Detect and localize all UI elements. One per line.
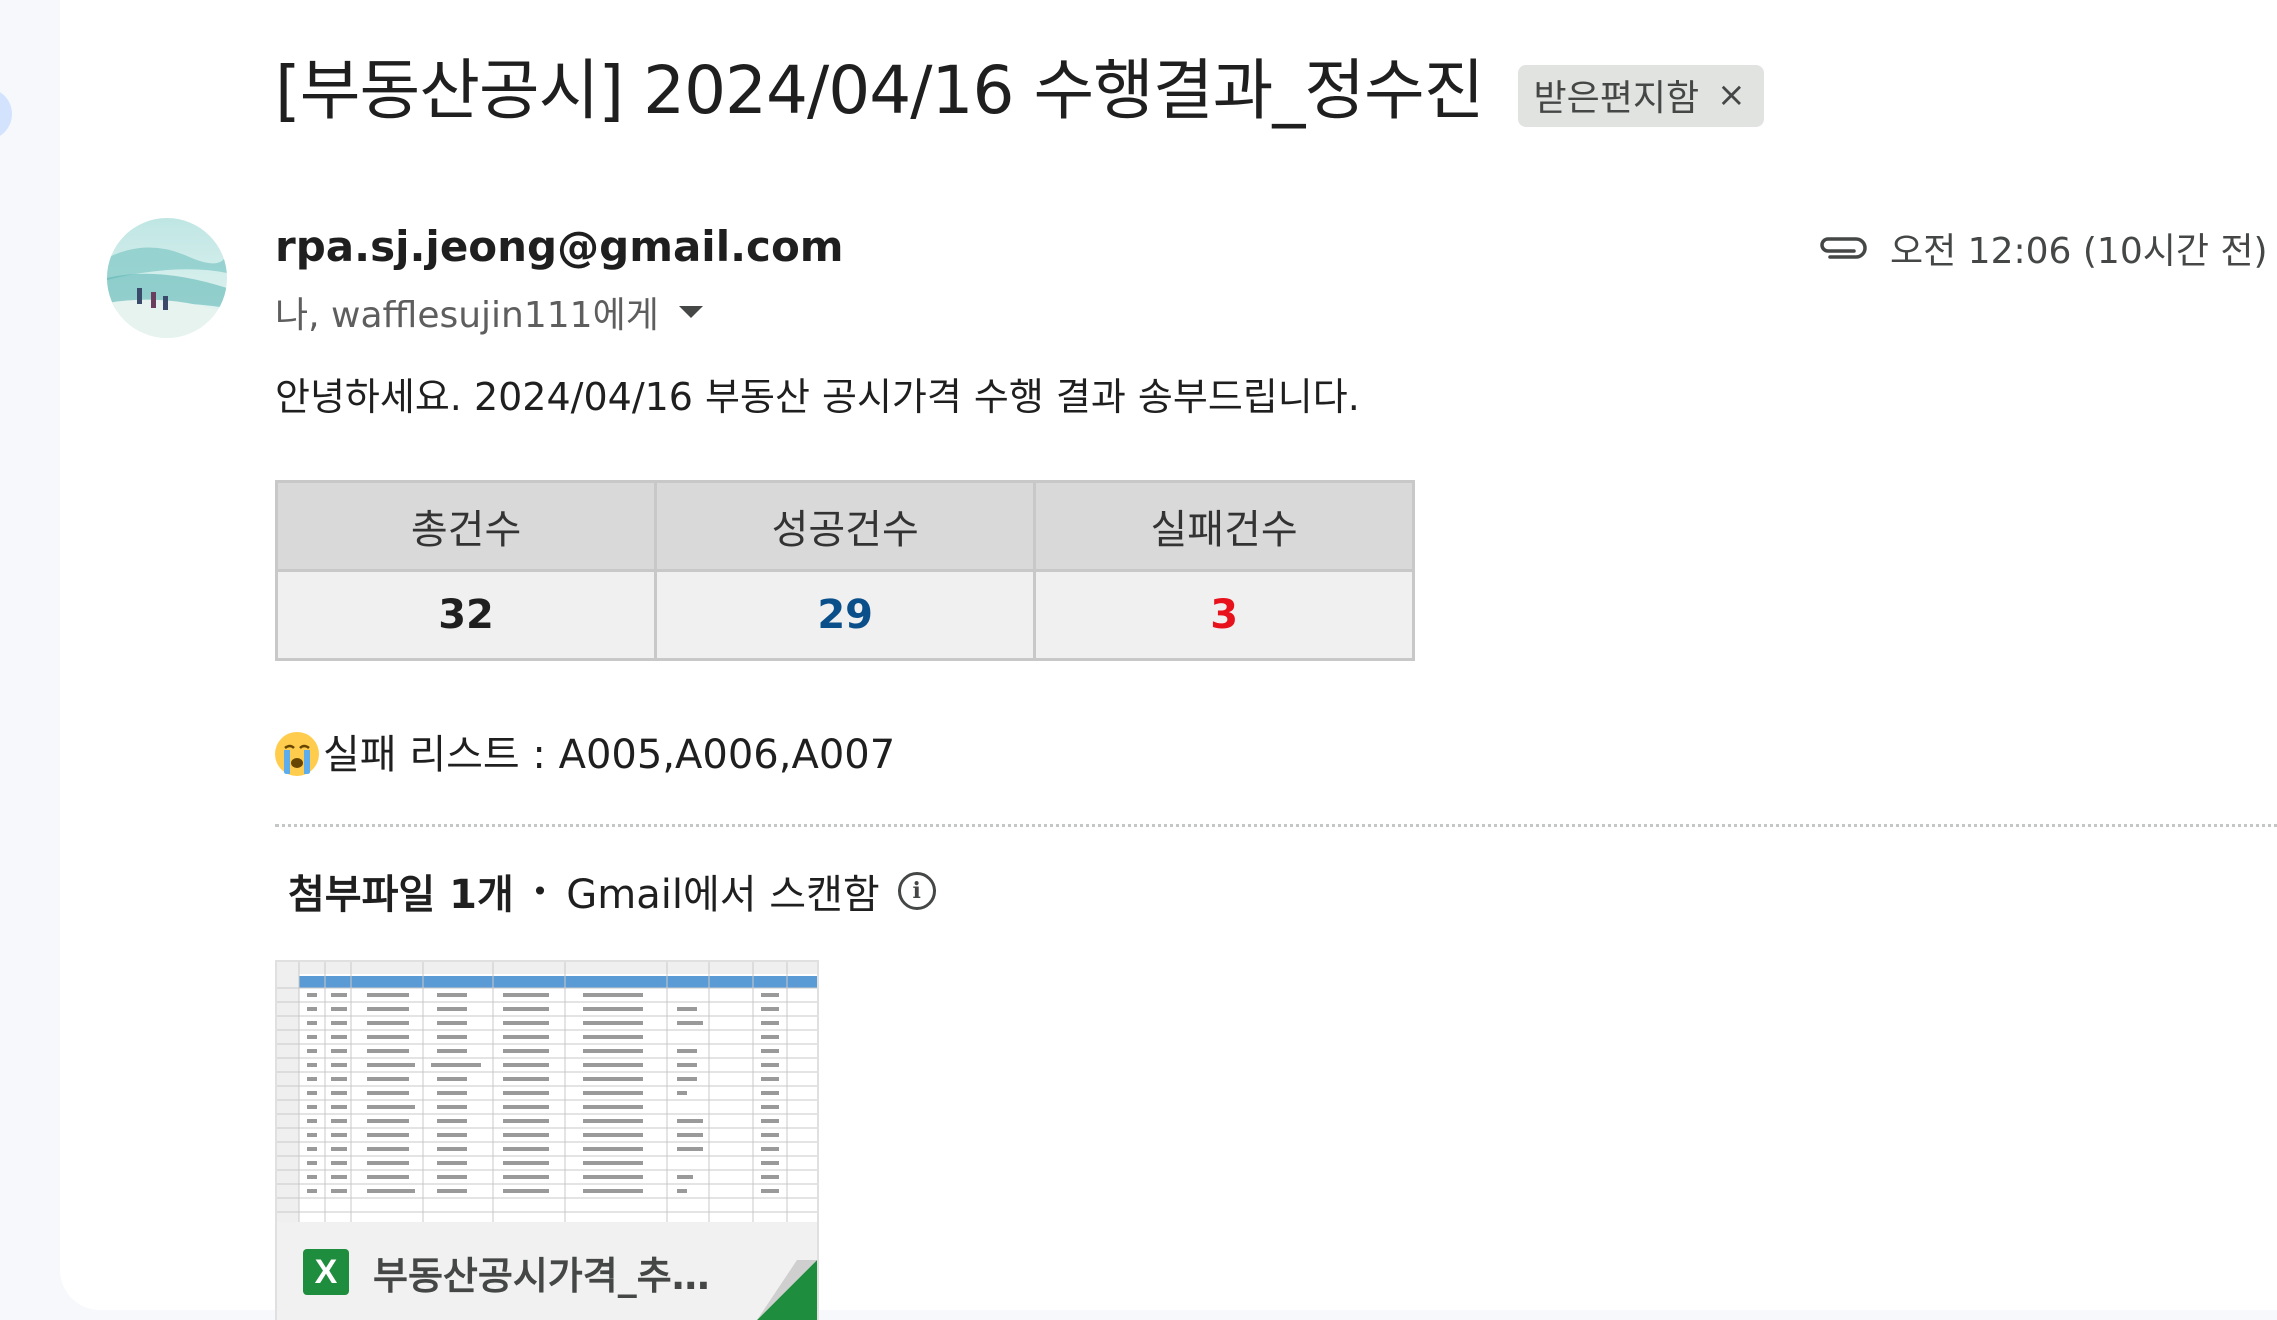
remove-label-icon[interactable]: × (1717, 75, 1746, 115)
attachment-footer[interactable]: X 부동산공시가격_추... (277, 1222, 817, 1320)
info-icon[interactable]: i (897, 872, 936, 910)
recipients-text: 나, wafflesujin111에게 (275, 295, 659, 336)
attachments-header: 첨부파일 1개 • Gmail에서 스캔함 i (288, 862, 936, 920)
inbox-label-chip[interactable]: 받은편지함 × (1517, 65, 1764, 127)
excel-icon: X (303, 1249, 349, 1295)
stats-value-row: 32 29 3 (274, 569, 1415, 661)
attachment-file-name[interactable]: 부동산공시가격_추... (373, 1245, 713, 1300)
stats-value-success: 29 (654, 569, 1037, 661)
show-details-dropdown-icon[interactable] (678, 306, 703, 318)
scan-status: Gmail에서 스캔함 (566, 872, 880, 918)
message-time: 오전 12:06 (10시간 전) (1890, 231, 2268, 272)
fail-list-line: 실패 리스트 : A005,A006,A007 (275, 722, 895, 780)
account-avatar-partial[interactable] (0, 88, 12, 140)
sender-avatar[interactable] (107, 218, 227, 338)
spreadsheet-thumbnail (277, 962, 817, 1222)
attachments-divider (275, 824, 2277, 827)
attachment-card[interactable]: X 부동산공시가격_추... (275, 960, 819, 1320)
file-corner-fold-icon (757, 1260, 817, 1320)
separator-dot: • (531, 874, 549, 908)
stats-header-row: 총건수 성공건수 실패건수 (274, 480, 1415, 572)
stats-header-fail: 실패건수 (1033, 480, 1415, 572)
label-text: 받은편지함 (1533, 78, 1700, 119)
email-subject: [부동산공시] 2024/04/16 수행결과_정수진 (275, 52, 1484, 129)
crying-face-icon (275, 732, 319, 776)
attachment-clip-icon (1816, 233, 1868, 263)
attachment-count: 첨부파일 1개 (288, 872, 514, 918)
message-meta: 오전 12:06 (10시간 전) (1816, 222, 2268, 274)
stats-value-fail: 3 (1033, 569, 1415, 661)
subject-row: [부동산공시] 2024/04/16 수행결과_정수진 받은편지함 × (275, 48, 1764, 134)
stats-header-success: 성공건수 (654, 480, 1037, 572)
stats-value-total: 32 (274, 569, 658, 661)
sender-email[interactable]: rpa.sj.jeong@gmail.com (275, 222, 844, 271)
fail-list-text: 실패 리스트 : A005,A006,A007 (323, 732, 896, 778)
recipients-line[interactable]: 나, wafflesujin111에게 (275, 286, 703, 338)
stats-header-total: 총건수 (274, 480, 658, 572)
result-stats-table: 총건수 성공건수 실패건수 32 29 3 (274, 480, 1415, 661)
message-body-text: 안녕하세요. 2024/04/16 부동산 공시가격 수행 결과 송부드립니다. (275, 375, 1360, 419)
